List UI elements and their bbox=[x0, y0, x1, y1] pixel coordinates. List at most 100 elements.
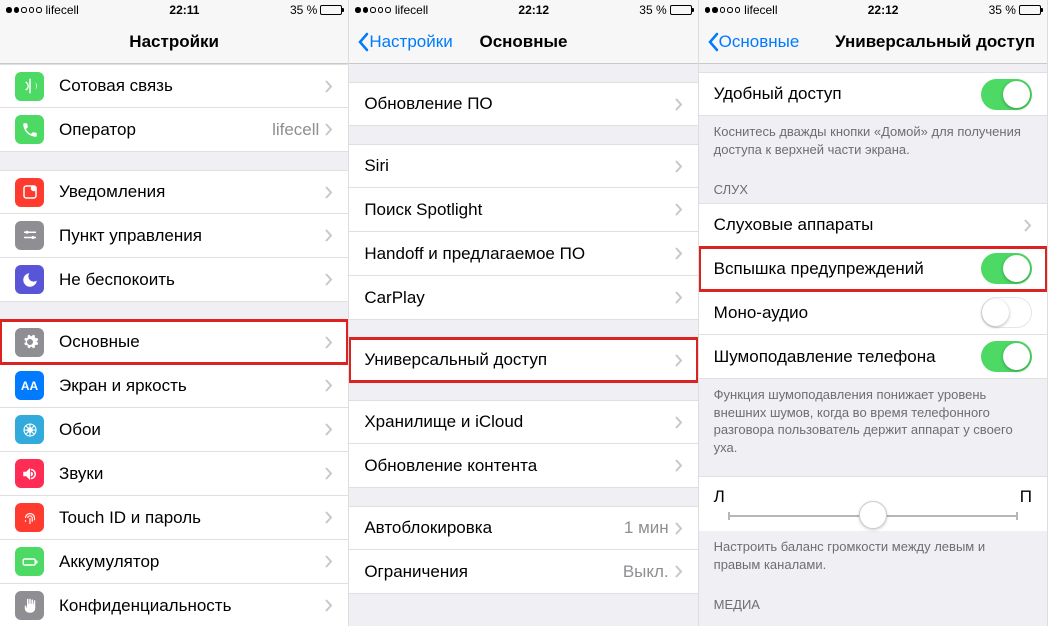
status-bar: lifecell 22:12 35 % bbox=[349, 0, 697, 20]
row-dnd[interactable]: Не беспокоить bbox=[0, 258, 348, 302]
row-reachability[interactable]: Удобный доступ bbox=[699, 72, 1047, 116]
row-handoff[interactable]: Handoff и предлагаемое ПО bbox=[349, 232, 697, 276]
row-label: Аккумулятор bbox=[59, 552, 325, 572]
row-spotlight[interactable]: Поиск Spotlight bbox=[349, 188, 697, 232]
row-operator[interactable]: Оператор lifecell bbox=[0, 108, 348, 152]
balance-slider[interactable] bbox=[728, 515, 1018, 517]
chevron-right-icon bbox=[325, 186, 333, 199]
row-software-update[interactable]: Обновление ПО bbox=[349, 82, 697, 126]
balance-right-label: П bbox=[1020, 487, 1032, 507]
toggle-led-flash[interactable] bbox=[981, 253, 1032, 284]
display-icon: AA bbox=[15, 371, 44, 400]
status-time: 22:11 bbox=[169, 3, 199, 17]
chevron-right-icon bbox=[675, 416, 683, 429]
row-wallpaper[interactable]: Обои bbox=[0, 408, 348, 452]
chevron-right-icon bbox=[675, 459, 683, 472]
row-storage[interactable]: Хранилище и iCloud bbox=[349, 400, 697, 444]
row-label: Удобный доступ bbox=[714, 84, 981, 104]
signal-dots bbox=[705, 7, 741, 13]
row-mono-audio[interactable]: Моно-аудио bbox=[699, 291, 1047, 335]
carrier-label: lifecell bbox=[744, 3, 777, 17]
row-label: Обновление ПО bbox=[364, 94, 674, 114]
battery-icon bbox=[320, 5, 342, 15]
balance-left-label: Л bbox=[714, 487, 725, 507]
back-button[interactable]: Настройки bbox=[357, 32, 452, 52]
battery-percent: 35 % bbox=[639, 3, 666, 17]
row-noise-cancel[interactable]: Шумоподавление телефона bbox=[699, 335, 1047, 379]
row-label: Экран и яркость bbox=[59, 376, 325, 396]
chevron-right-icon bbox=[325, 511, 333, 524]
carrier-label: lifecell bbox=[395, 3, 428, 17]
toggle-reachability[interactable] bbox=[981, 79, 1032, 110]
chevron-right-icon bbox=[675, 98, 683, 111]
row-autolock[interactable]: Автоблокировка1 мин bbox=[349, 506, 697, 550]
chevron-right-icon bbox=[325, 273, 333, 286]
status-bar: lifecell 22:11 35 % bbox=[0, 0, 348, 20]
row-label: Вспышка предупреждений bbox=[714, 259, 981, 279]
back-label: Настройки bbox=[369, 32, 452, 52]
screen-accessibility: lifecell 22:12 35 % Основные Универсальн… bbox=[699, 0, 1048, 626]
chevron-right-icon bbox=[675, 160, 683, 173]
toggle-mono-audio[interactable] bbox=[981, 297, 1032, 328]
chevron-right-icon bbox=[325, 423, 333, 436]
row-label: Уведомления bbox=[59, 182, 325, 202]
page-title: Универсальный доступ bbox=[835, 32, 1035, 52]
row-label: Обновление контента bbox=[364, 456, 674, 476]
row-value: Выкл. bbox=[623, 562, 669, 582]
battery-percent: 35 % bbox=[989, 3, 1016, 17]
battery-icon bbox=[1019, 5, 1041, 15]
nav-bar: Основные Универсальный доступ bbox=[699, 20, 1047, 64]
row-value: lifecell bbox=[272, 120, 319, 140]
row-label: CarPlay bbox=[364, 288, 674, 308]
row-label: Ограничения bbox=[364, 562, 622, 582]
row-privacy[interactable]: Конфиденциальность bbox=[0, 584, 348, 626]
row-background-refresh[interactable]: Обновление контента bbox=[349, 444, 697, 488]
chevron-right-icon bbox=[1024, 219, 1032, 232]
gear-icon bbox=[15, 328, 44, 357]
row-cellular[interactable]: Сотовая связь bbox=[0, 64, 348, 108]
row-label: Siri bbox=[364, 156, 674, 176]
row-label: Автоблокировка bbox=[364, 518, 624, 538]
antenna-icon bbox=[15, 72, 44, 101]
chevron-right-icon bbox=[325, 555, 333, 568]
row-display[interactable]: AA Экран и яркость bbox=[0, 364, 348, 408]
row-general[interactable]: Основные bbox=[0, 320, 348, 364]
row-siri[interactable]: Siri bbox=[349, 144, 697, 188]
chevron-right-icon bbox=[325, 229, 333, 242]
carrier-label: lifecell bbox=[46, 3, 79, 17]
row-carplay[interactable]: CarPlay bbox=[349, 276, 697, 320]
chevron-right-icon bbox=[325, 467, 333, 480]
chevron-right-icon bbox=[325, 599, 333, 612]
control-center-icon bbox=[15, 221, 44, 250]
screen-general: lifecell 22:12 35 % Настройки Основные О… bbox=[349, 0, 698, 626]
row-battery[interactable]: Аккумулятор bbox=[0, 540, 348, 584]
row-restrictions[interactable]: ОграниченияВыкл. bbox=[349, 550, 697, 594]
row-led-flash[interactable]: Вспышка предупреждений bbox=[699, 247, 1047, 291]
row-label: Touch ID и пароль bbox=[59, 508, 325, 528]
row-label: Универсальный доступ bbox=[364, 350, 674, 370]
row-label: Обои bbox=[59, 420, 325, 440]
battery-icon bbox=[670, 5, 692, 15]
footer-reachability: Коснитесь дважды кнопки «Домой» для полу… bbox=[699, 116, 1047, 166]
page-title: Настройки bbox=[129, 32, 219, 52]
back-button[interactable]: Основные bbox=[707, 32, 800, 52]
row-hearing-aids[interactable]: Слуховые аппараты bbox=[699, 203, 1047, 247]
chevron-right-icon bbox=[675, 247, 683, 260]
row-touchid[interactable]: Touch ID и пароль bbox=[0, 496, 348, 540]
footer-noise: Функция шумоподавления понижает уровень … bbox=[699, 379, 1047, 464]
nav-bar: Настройки Основные bbox=[349, 20, 697, 64]
chevron-right-icon bbox=[675, 203, 683, 216]
toggle-noise-cancel[interactable] bbox=[981, 341, 1032, 372]
row-label: Шумоподавление телефона bbox=[714, 347, 981, 367]
row-value: 1 мин bbox=[624, 518, 669, 538]
status-time: 22:12 bbox=[868, 3, 899, 17]
wallpaper-icon bbox=[15, 415, 44, 444]
chevron-right-icon bbox=[325, 336, 333, 349]
battery-app-icon bbox=[15, 547, 44, 576]
page-title: Основные bbox=[479, 32, 567, 52]
chevron-right-icon bbox=[675, 291, 683, 304]
row-notifications[interactable]: Уведомления bbox=[0, 170, 348, 214]
row-accessibility[interactable]: Универсальный доступ bbox=[349, 338, 697, 382]
row-control-center[interactable]: Пункт управления bbox=[0, 214, 348, 258]
row-sounds[interactable]: Звуки bbox=[0, 452, 348, 496]
